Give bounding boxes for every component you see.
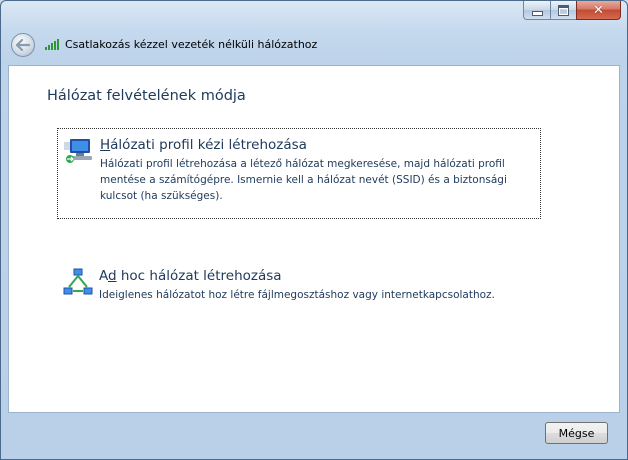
minimize-button[interactable] — [523, 1, 550, 20]
maximize-icon — [558, 4, 569, 16]
option-title: Hálózati profil kézi létrehozása — [100, 137, 307, 153]
option-manual-profile[interactable]: Hálózati profil kézi létrehozása Hálózat… — [57, 128, 541, 219]
wizard-content: Hálózat felvételének módja Hálózati prof… — [8, 65, 620, 413]
wireless-signal-icon — [45, 39, 59, 50]
maximize-button[interactable] — [550, 1, 576, 20]
option-description: Ideiglenes hálózatot hoz létre fájlmegos… — [99, 289, 495, 301]
wizard-nav-bar: Csatlakozás kézzel vezeték nélküli hálóz… — [1, 23, 627, 67]
back-button[interactable] — [11, 33, 35, 57]
cancel-button[interactable]: Mégse — [545, 422, 608, 444]
minimize-icon — [531, 10, 543, 16]
page-heading: Hálózat felvételének módja — [47, 88, 246, 104]
window-title: Csatlakozás kézzel vezeték nélküli hálóz… — [65, 38, 318, 51]
wizard-window: ✕ Csatlakozás kézzel vezeték nélküli hál… — [0, 0, 628, 460]
caption-buttons: ✕ — [523, 1, 621, 21]
close-icon: ✕ — [593, 2, 604, 18]
option-description: Hálózati profil létrehozása a létező hál… — [100, 158, 507, 202]
option-adhoc-network[interactable]: Ad hoc hálózat létrehozása Ideiglenes há… — [57, 260, 541, 320]
manual-network-profile-icon — [64, 139, 92, 163]
back-arrow-icon — [16, 39, 30, 51]
wizard-footer: Mégse — [1, 413, 627, 459]
close-button[interactable]: ✕ — [576, 1, 621, 20]
option-title: Ad hoc hálózat létrehozása — [99, 268, 282, 284]
adhoc-network-icon — [63, 268, 93, 295]
